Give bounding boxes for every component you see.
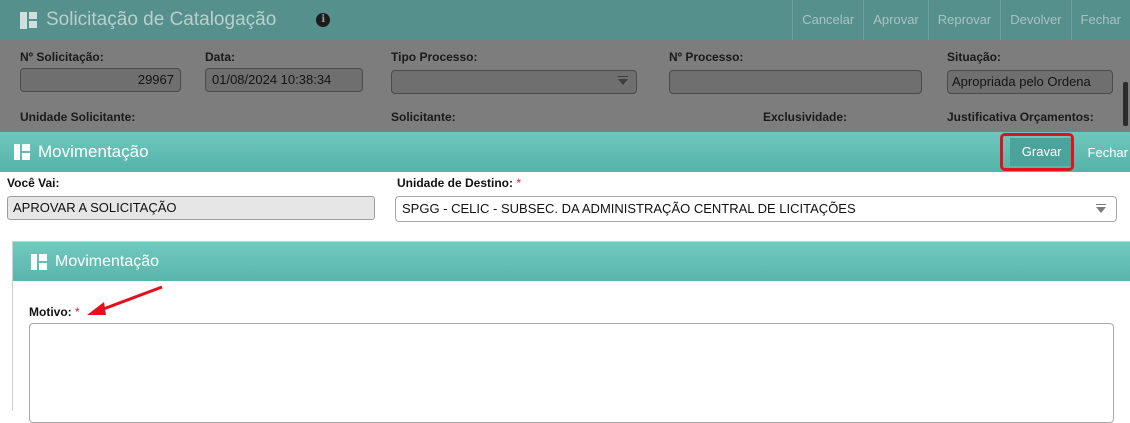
motivo-textarea[interactable] — [29, 323, 1114, 423]
unidade-destino-value: SPGG - CELIC - SUBSEC. DA ADMINISTRAÇÃO … — [402, 201, 856, 216]
required-asterisk: * — [516, 176, 522, 190]
voce-vai-field[interactable]: APROVAR A SOLICITAÇÃO — [7, 196, 375, 220]
inner-movimentacao-panel: Movimentação Motivo: * — [12, 241, 1130, 423]
numero-solicitacao-field[interactable]: 29967 — [20, 68, 181, 92]
layout-icon — [31, 253, 47, 270]
layout-icon — [14, 144, 30, 160]
data-field[interactable]: 01/08/2024 10:38:34 — [205, 68, 363, 92]
motivo-label-text: Motivo: — [29, 305, 72, 319]
info-icon[interactable]: i — [316, 13, 331, 27]
dialog-title: Movimentação — [38, 142, 149, 161]
tipo-processo-select[interactable] — [391, 70, 637, 94]
numero-processo-label: Nº Processo: — [669, 50, 744, 64]
motivo-label: Motivo: * — [29, 305, 80, 319]
tipo-processo-label: Tipo Processo: — [391, 50, 478, 64]
voce-vai-label: Você Vai: — [7, 176, 60, 190]
solicitante-label: Solicitante: — [391, 110, 456, 124]
unidade-destino-label-text: Unidade de Destino: — [397, 176, 514, 190]
aprovar-button[interactable]: Aprovar — [863, 0, 928, 40]
chevron-down-icon — [1096, 204, 1106, 213]
situacao-field[interactable]: Apropriada pelo Ordena — [947, 70, 1113, 94]
reprovar-button[interactable]: Reprovar — [927, 0, 1000, 40]
background-form: Nº Solicitação: 29967 Data: 01/08/2024 1… — [0, 40, 1130, 132]
dialog-fechar-button[interactable]: Fechar — [1082, 145, 1130, 160]
background-scrollbar[interactable] — [1123, 82, 1128, 126]
inner-panel-header: Movimentação — [13, 242, 1130, 281]
background-window: Solicitação de Catalogação i Cancelar Ap… — [0, 0, 1130, 132]
unidade-destino-select[interactable]: SPGG - CELIC - SUBSEC. DA ADMINISTRAÇÃO … — [395, 196, 1117, 222]
red-arrow-icon — [87, 285, 163, 315]
gravar-highlight-box — [1000, 133, 1074, 171]
numero-solicitacao-label: Nº Solicitação: — [20, 50, 104, 64]
inner-panel-title: Movimentação — [55, 252, 160, 270]
unidade-destino-label: Unidade de Destino: * — [397, 176, 521, 190]
movimentacao-dialog-header: Movimentação Gravar Fechar — [0, 132, 1130, 172]
situacao-label: Situação: — [947, 50, 1002, 64]
background-fechar-button[interactable]: Fechar — [1070, 0, 1130, 40]
numero-processo-field[interactable] — [669, 70, 922, 94]
cancelar-button[interactable]: Cancelar — [792, 0, 863, 40]
background-window-title: Solicitação de Catalogação — [46, 9, 277, 30]
layout-icon — [20, 11, 37, 29]
required-asterisk: * — [75, 305, 80, 319]
justificativa-orcamentos-label: Justificativa Orçamentos: — [947, 110, 1094, 124]
exclusividade-label: Exclusividade: — [763, 110, 848, 124]
devolver-button[interactable]: Devolver — [1000, 0, 1070, 40]
unidade-solicitante-label: Unidade Solicitante: — [20, 110, 136, 124]
background-titlebar: Solicitação de Catalogação i Cancelar Ap… — [0, 0, 1130, 40]
data-label: Data: — [205, 50, 236, 64]
background-actions: Cancelar Aprovar Reprovar Devolver Fecha… — [792, 0, 1130, 40]
chevron-down-icon — [618, 76, 628, 85]
